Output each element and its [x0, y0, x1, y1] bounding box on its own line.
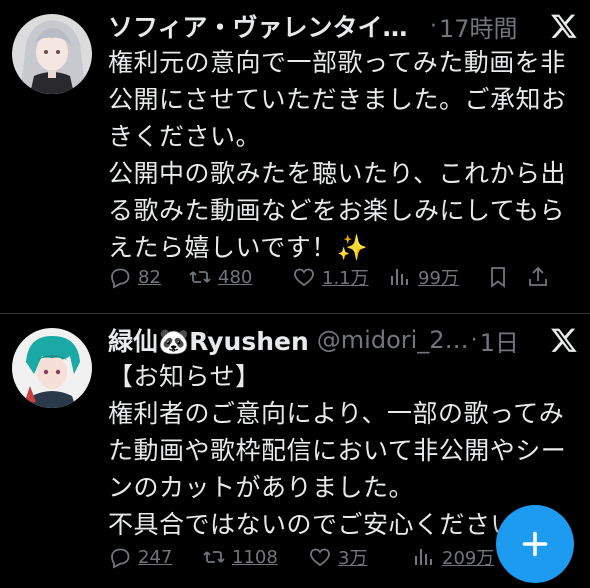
text-line: 権利元の意向で一部歌ってみた動画を非 [108, 48, 566, 77]
share-icon [529, 266, 547, 286]
bookmark-button[interactable] [486, 265, 526, 289]
reply-count: 82 [138, 266, 161, 288]
repost-count: 1108 [232, 546, 278, 568]
text-line: 公開中の歌みたを聴いたり、これから出 [108, 159, 567, 188]
reply-button[interactable]: 247 [108, 545, 202, 569]
views-button[interactable]: 209万 [412, 544, 494, 570]
like-icon [310, 548, 330, 567]
views-button[interactable]: 99万 [388, 264, 486, 290]
x-logo-icon[interactable] [550, 326, 578, 354]
action-bar: 82 480 1.1万 99万 [108, 260, 578, 294]
text-line: 権利者のご意向により、一部の歌ってみ [108, 399, 565, 428]
repost-icon [189, 271, 211, 283]
timestamp[interactable]: 1日 [480, 323, 519, 358]
display-name[interactable]: ソフィア・ヴァレンタイン… [108, 8, 428, 44]
reply-icon [111, 548, 130, 569]
x-logo-icon[interactable] [550, 12, 578, 40]
repost-count: 480 [218, 266, 253, 288]
like-count: 1.1万 [322, 268, 369, 289]
reply-button[interactable]: 82 [108, 265, 188, 289]
user-handle[interactable]: @midori_2… [317, 326, 469, 354]
views-count: 209万 [442, 548, 495, 569]
text-line: る歌みた動画などをお楽しみにしてもら [108, 196, 566, 225]
tweet-text: 権利元の意向で一部歌ってみた動画を非 公開にさせていただきました。ご承知お きく… [108, 44, 576, 266]
avatar[interactable] [12, 14, 92, 94]
repost-icon [203, 551, 225, 563]
share-button[interactable] [526, 265, 550, 289]
bookmark-icon [491, 267, 505, 288]
like-button[interactable]: 3万 [308, 544, 412, 570]
text-line: ンのカットがありました。 [108, 473, 415, 502]
like-count: 3万 [338, 548, 368, 569]
like-icon [294, 268, 314, 287]
separator-dot: · [470, 327, 478, 353]
repost-button[interactable]: 1108 [202, 545, 308, 569]
tweet-header: 緑仙🐼Ryushen @midori_2… · 1日 [108, 320, 578, 360]
plus-icon [522, 531, 548, 557]
separator-dot: · [430, 13, 437, 39]
avatar-image [12, 14, 92, 94]
text-line: きください。 [108, 122, 262, 151]
tweet-header: ソフィア・ヴァレンタイン… · 17時間 [108, 6, 578, 46]
timestamp[interactable]: 17時間 [439, 9, 518, 44]
display-name[interactable]: 緑仙🐼Ryushen [108, 322, 309, 358]
text-line: た動画や歌枠配信において非公開やシー [108, 436, 567, 465]
reply-icon [111, 268, 130, 289]
views-count: 99万 [418, 268, 459, 289]
text-line: 公開にさせていただきました。ご承知お [108, 85, 567, 114]
repost-button[interactable]: 480 [188, 265, 292, 289]
tweet-1[interactable]: ソフィア・ヴァレンタイン… · 17時間 権利元の意向で一部歌ってみた動画を非 … [0, 0, 590, 314]
compose-button[interactable] [496, 505, 574, 583]
views-icon [391, 269, 408, 285]
avatar-image [12, 328, 92, 408]
reply-count: 247 [138, 546, 173, 568]
text-line: 【お知らせ】 [108, 362, 261, 391]
avatar[interactable] [12, 328, 92, 408]
like-button[interactable]: 1.1万 [292, 264, 388, 290]
tweet-text: 【お知らせ】 権利者のご意向により、一部の歌ってみ た動画や歌枠配信において非公… [108, 358, 576, 543]
views-icon [415, 549, 432, 565]
